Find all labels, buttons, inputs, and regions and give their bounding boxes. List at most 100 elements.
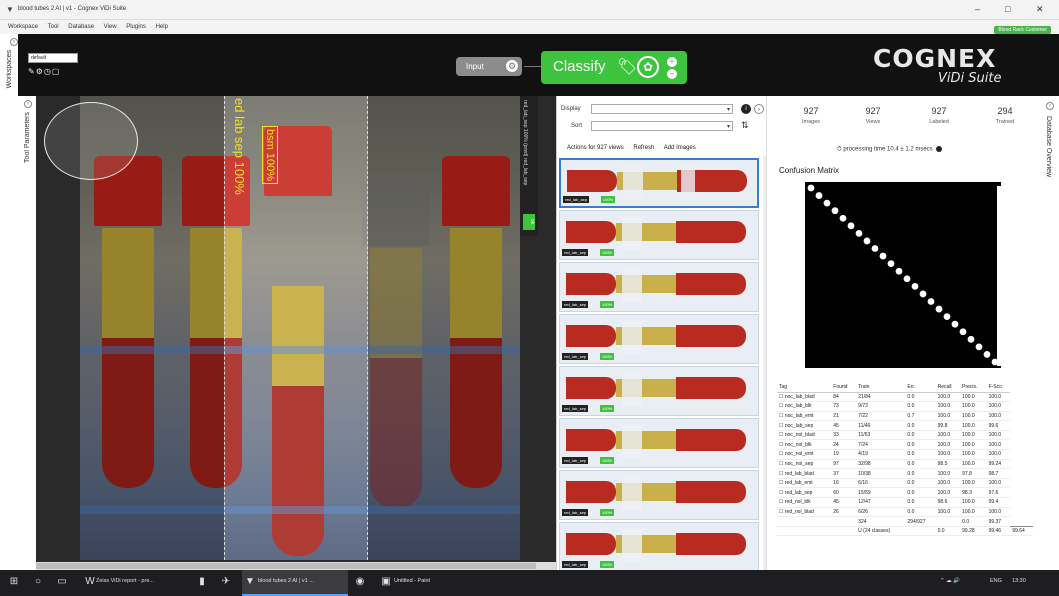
menu-plugins[interactable]: Plugins	[126, 24, 146, 30]
menu-database[interactable]: Database	[68, 24, 94, 30]
thumbnail-item[interactable]: red_lab_sep 100%	[559, 470, 759, 520]
roi-circle[interactable]	[44, 102, 138, 180]
table-row[interactable]: ☐ noc_nol_sep 97 32/98 0.0 98.5 100.0 99.24	[777, 459, 1033, 470]
system-tray-icons[interactable]: ⌃ ☁ 🔊	[940, 578, 960, 584]
database-overview-tab[interactable]: Database Overview	[1045, 116, 1052, 177]
taskbar-item-report[interactable]: Zeiss ViDi report - pre...	[96, 578, 154, 584]
more-icon[interactable]: ›	[754, 104, 764, 114]
chevron-down-icon: ▾	[726, 124, 730, 130]
wand-icon[interactable]: ✎	[28, 67, 36, 76]
image-viewer[interactable]: ed lab sep 100% bsm 100% red_lab_sep 100…	[36, 96, 556, 570]
result-strip: red_lab_sep 100% (pred) red_lab_sep ok	[520, 96, 538, 236]
table-row[interactable]: ☐ red_lab_blad 37 10/38 0.0 100.0 97.8 98.7	[777, 468, 1033, 479]
table-row[interactable]: ☐ noc_nol_blk 24 7/24 0.0 100.0 100.0 100.0	[777, 439, 1033, 451]
viewer-scroll-thumb[interactable]	[36, 563, 536, 569]
summary-cell: 99.37	[986, 516, 1011, 527]
collapse-workspaces-icon[interactable]: ‹	[10, 38, 18, 46]
workspaces-tab[interactable]: Workspaces	[6, 50, 13, 88]
menu-view[interactable]: View	[104, 24, 117, 30]
thumbnail-item[interactable]: red_lab_sep 100%	[559, 314, 759, 364]
confusion-diagonal-cell	[839, 214, 847, 222]
thumbnail-item[interactable]: red_lab_sep 100%	[559, 366, 759, 416]
sort-direction-icon[interactable]: ⇅	[741, 120, 749, 131]
menu-workspace[interactable]: Workspace	[8, 24, 38, 30]
thumbnail-item[interactable]: red_lab_sep 100%	[559, 262, 759, 312]
thumbnail-score: 100%	[601, 196, 616, 203]
table-row[interactable]: ☐ red_nol_blk 45 12/47 0.0 98.6 100.0 99.4	[777, 497, 1033, 508]
cell-recall: 100.0	[935, 468, 961, 479]
col-tag[interactable]: Tag	[777, 382, 832, 393]
collapse-overview-icon[interactable]: ›	[1046, 102, 1054, 110]
thumbnail-item[interactable]: red_lab_sep 100%	[559, 158, 759, 208]
table-row[interactable]: ☐ noc_nol_emt 19 4/19 0.0 100.0 100.0 100.0	[777, 449, 1033, 460]
collapse-tool-params-icon[interactable]: ‹	[24, 100, 32, 108]
refresh-link[interactable]: Refresh	[633, 145, 654, 151]
table-row[interactable]: ☐ noc_nol_blad 33 11/53 0.0 100.0 100.0 100.0	[777, 430, 1033, 441]
table-row[interactable]: ☐ red_lab_sep 60 15/59 0.0 100.0 98.3 97.6	[777, 487, 1033, 499]
col-fscore[interactable]: F-Sco	[986, 382, 1011, 393]
viewer-scrollbar[interactable]	[36, 562, 556, 570]
confusion-matrix[interactable]	[805, 182, 1001, 368]
col-precision[interactable]: Precis.	[960, 382, 987, 393]
input-settings-icon[interactable]: ⚙	[506, 60, 518, 72]
add-images-link[interactable]: Add Images	[664, 145, 696, 151]
col-found[interactable]: Found	[831, 382, 857, 393]
thumbnail-item[interactable]: red_lab_sep 100%	[559, 522, 759, 570]
clock[interactable]: 13:30	[1012, 578, 1026, 584]
task-view-icon[interactable]: ▭	[56, 576, 68, 588]
user-badge[interactable]: Blood Rack Customer	[994, 26, 1051, 34]
thumbnail-item[interactable]: red_lab_sep 100%	[559, 210, 759, 260]
input-tool-button[interactable]: Input ⚙	[456, 57, 522, 76]
minimize-button[interactable]: –	[975, 4, 980, 14]
stream-select[interactable]: default	[28, 53, 78, 63]
remove-tool-icon[interactable]: −	[667, 69, 677, 79]
thumbnail-item[interactable]: red_lab_sep 100%	[559, 418, 759, 468]
chrome-icon[interactable]: ◉	[354, 576, 366, 588]
taskbar-item-paint[interactable]: Untitled - Paint	[394, 578, 430, 584]
folder-icon[interactable]: ▮	[196, 576, 208, 588]
display-filter-input[interactable]: ▾	[591, 104, 733, 114]
add-tool-icon[interactable]: +	[667, 57, 677, 67]
classify-tool-button[interactable]: Classify 🏷 ✿ + −	[541, 51, 687, 84]
search-icon[interactable]: ○	[32, 576, 44, 588]
menu-help[interactable]: Help	[156, 24, 168, 30]
table-row[interactable]: ☐ red_nol_blad 26 6/26 0.0 100.0 100.0 100.0	[777, 507, 1033, 518]
language-indicator[interactable]: ENG	[990, 578, 1002, 584]
taskbar-item-vidi[interactable]: blood tubes 2 AI | v1 ...	[258, 578, 314, 584]
info-icon[interactable]	[935, 146, 942, 152]
stat-trained-value: 294	[997, 106, 1013, 116]
cell-train: 7/24	[856, 439, 906, 451]
col-recall[interactable]: Recall	[935, 382, 961, 393]
confusion-matrix-scrollbar[interactable]	[997, 186, 1001, 366]
cell-recall: 100.0	[935, 430, 961, 441]
table-row[interactable]: ☐ noc_lab_blad 84 21/84 0.0 100.0 100.0 100.0	[777, 392, 1033, 403]
close-button[interactable]: ✕	[1036, 4, 1044, 15]
summary-cell: 294/927	[905, 516, 936, 527]
info-icon[interactable]: i	[741, 104, 751, 114]
table-row[interactable]: ☐ noc_lab_sep 45 11/46 0.0 99.8 100.0 99.6	[777, 420, 1033, 431]
stat-images-value: 927	[803, 106, 819, 116]
cell-err: 0.0	[905, 507, 936, 518]
table-row[interactable]: ☐ noc_lab_emt 21 7/22 0.7 100.0 100.0 100.0	[777, 411, 1033, 422]
maximize-button[interactable]: □	[1005, 4, 1010, 14]
menu-tool[interactable]: Tool	[48, 24, 59, 30]
gear-icon[interactable]: ⚙	[36, 67, 44, 76]
table-row[interactable]: ☐ noc_lab_blk 73 9/73 0.0 100.0 100.0 100.0	[777, 401, 1033, 412]
col-train[interactable]: Train	[856, 382, 906, 393]
cell-fscore: 100.0	[986, 507, 1011, 518]
sort-input[interactable]: ▾	[591, 121, 733, 131]
thumbnail-score: 100%	[600, 405, 615, 412]
cell-recall: 100.0	[935, 478, 961, 489]
summary-cell	[831, 516, 857, 527]
actions-link[interactable]: Actions for 927 views	[567, 145, 624, 151]
col-err[interactable]: Err.	[905, 382, 936, 393]
windows-start-icon[interactable]: ⊞	[8, 576, 20, 588]
square-icon[interactable]: ▢	[52, 67, 61, 76]
clock-icon[interactable]: ◷	[44, 67, 52, 76]
pin-icon[interactable]: ✈	[220, 576, 232, 588]
tool-parameters-tab[interactable]: Tool Parameters	[24, 112, 31, 163]
cell-err: 0.0	[905, 487, 936, 499]
cell-err: 0.0	[905, 420, 936, 431]
sort-label: Sort	[571, 123, 583, 129]
table-row[interactable]: ☐ red_lab_emt 16 6/16 0.0 100.0 100.0 100.0	[777, 478, 1033, 489]
